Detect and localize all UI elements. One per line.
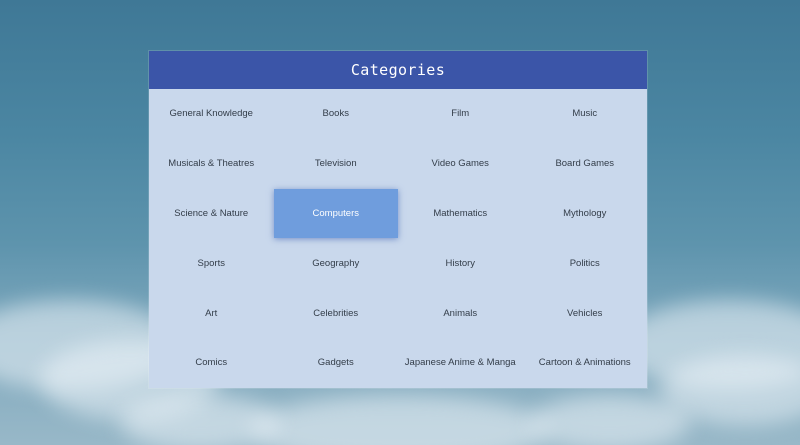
category-animals[interactable]: Animals [398,288,523,338]
category-geography[interactable]: Geography [274,238,399,288]
category-books[interactable]: Books [274,89,399,139]
category-mythology[interactable]: Mythology [523,189,648,239]
category-gadgets[interactable]: Gadgets [274,338,399,388]
cloud-shape [530,395,690,445]
category-history[interactable]: History [398,238,523,288]
cloud-shape [250,395,550,445]
category-art[interactable]: Art [149,288,274,338]
category-comics[interactable]: Comics [149,338,274,388]
category-japanese-anime-manga[interactable]: Japanese Anime & Manga [398,338,523,388]
categories-title: Categories [149,51,647,89]
category-music[interactable]: Music [523,89,648,139]
category-computers[interactable]: Computers [273,188,398,239]
category-musicals-theatres[interactable]: Musicals & Theatres [149,139,274,189]
category-grid: General Knowledge Books Film Music Music… [149,89,647,388]
category-politics[interactable]: Politics [523,238,648,288]
category-science-nature[interactable]: Science & Nature [149,189,274,239]
category-mathematics[interactable]: Mathematics [398,189,523,239]
category-general-knowledge[interactable]: General Knowledge [149,89,274,139]
category-television[interactable]: Television [274,139,399,189]
cloud-shape [120,395,280,445]
category-sports[interactable]: Sports [149,238,274,288]
category-video-games[interactable]: Video Games [398,139,523,189]
category-cartoon-animations[interactable]: Cartoon & Animations [523,338,648,388]
category-vehicles[interactable]: Vehicles [523,288,648,338]
category-celebrities[interactable]: Celebrities [274,288,399,338]
category-film[interactable]: Film [398,89,523,139]
categories-panel: Categories General Knowledge Books Film … [149,51,647,388]
category-board-games[interactable]: Board Games [523,139,648,189]
